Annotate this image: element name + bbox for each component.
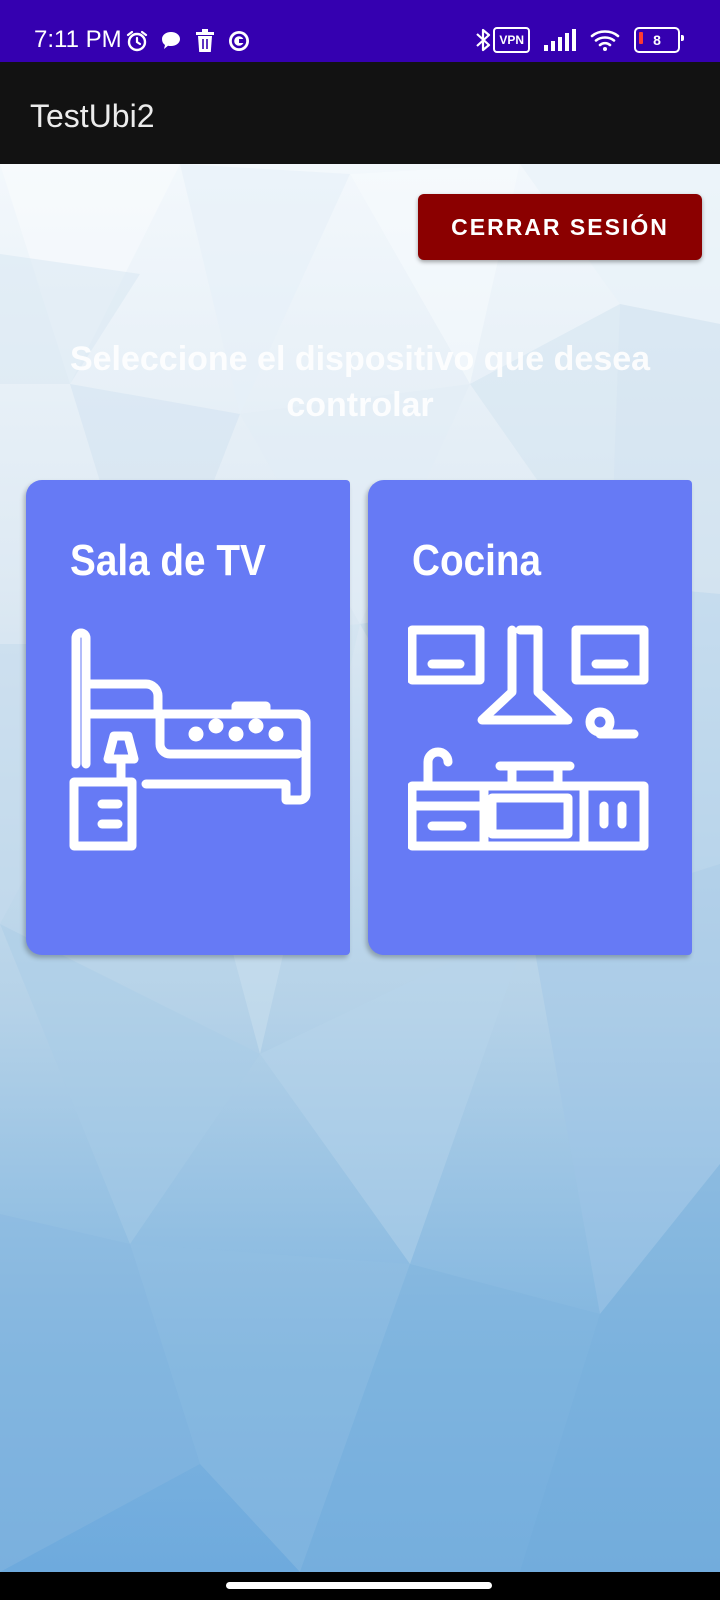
card-title: Cocina xyxy=(412,536,542,585)
kitchen-icon xyxy=(408,625,649,851)
status-bar: 7:11 PM VPN 8 xyxy=(0,0,720,62)
battery-icon: 8 xyxy=(634,27,684,53)
card-living-room[interactable]: Sala de TV xyxy=(26,480,350,955)
app-title: TestUbi2 xyxy=(30,98,155,134)
trash-icon xyxy=(192,28,218,54)
navigation-bar xyxy=(0,1572,720,1600)
wifi-icon xyxy=(590,27,620,53)
status-time: 7:11 PM xyxy=(34,26,122,53)
alarm-icon xyxy=(124,28,150,54)
card-kitchen[interactable]: Cocina xyxy=(368,480,692,955)
signal-icon xyxy=(544,27,576,53)
chat-bubble-icon xyxy=(158,28,184,54)
vpn-icon: VPN xyxy=(493,27,530,53)
home-indicator[interactable] xyxy=(226,1582,492,1589)
living-room-icon xyxy=(69,628,311,851)
notification-icons xyxy=(124,27,260,55)
device-prompt: Seleccione el dispositivo que desea cont… xyxy=(69,340,651,424)
browser-icon xyxy=(226,28,252,54)
card-title: Sala de TV xyxy=(70,536,266,585)
bluetooth-icon xyxy=(473,27,493,53)
system-icons: VPN 8 xyxy=(459,25,684,55)
logout-button[interactable]: CERRAR SESIÓN xyxy=(418,194,702,260)
